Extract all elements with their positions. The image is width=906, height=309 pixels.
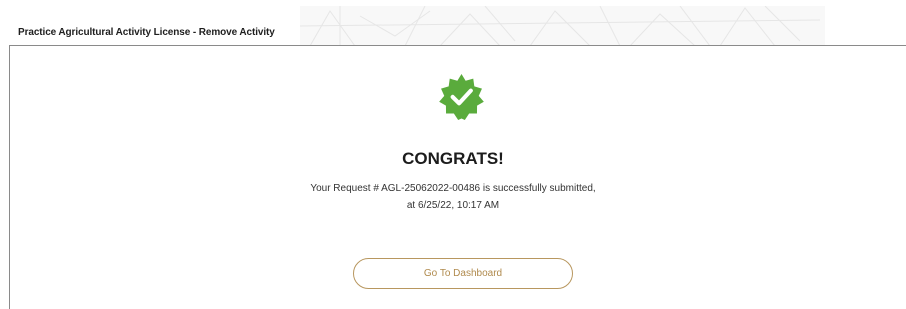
success-message-line1: Your Request # AGL-25062022-00486 is suc… [310, 183, 596, 194]
page-header: Practice Agricultural Activity License -… [0, 0, 906, 47]
check-badge-icon [438, 73, 485, 120]
content-left-border [9, 45, 10, 309]
success-timestamp: at 6/25/22, 10:17 AM [406, 200, 500, 211]
success-heading: CONGRATS! [402, 149, 504, 168]
header-decorative-pattern [300, 6, 825, 46]
header-divider [9, 45, 906, 46]
success-page: Practice Agricultural Activity License -… [0, 0, 906, 309]
page-title: Practice Agricultural Activity License -… [18, 27, 275, 38]
go-to-dashboard-button[interactable]: Go To Dashboard [353, 258, 573, 289]
